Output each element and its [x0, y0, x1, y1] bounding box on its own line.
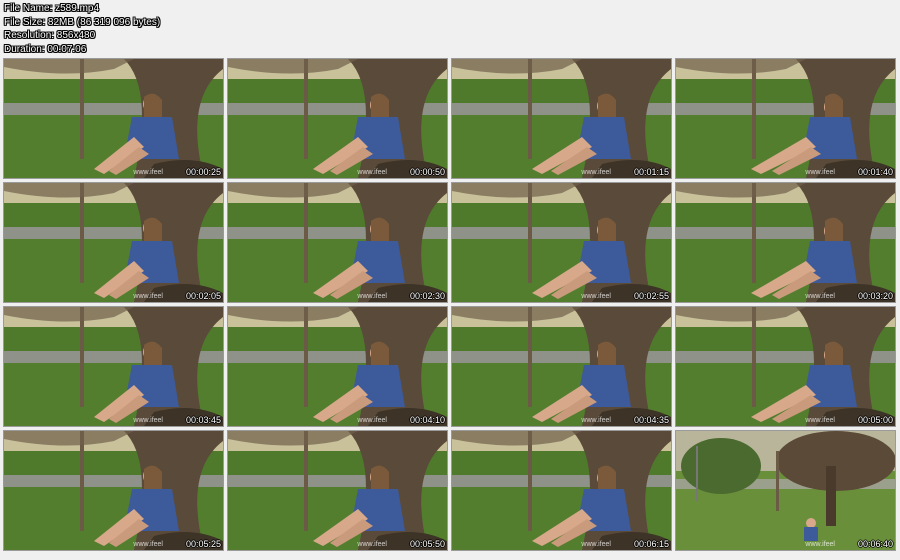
timestamp: 00:00:25 [185, 167, 221, 177]
timestamp: 00:02:30 [409, 291, 445, 301]
timestamp: 00:00:50 [409, 167, 445, 177]
video-thumbnail[interactable]: www.ifeel 00:06:15 [451, 430, 672, 551]
watermark: www.ifeel [133, 417, 163, 424]
video-thumbnail[interactable]: www.ifeel 00:00:25 [3, 58, 224, 179]
timestamp: 00:06:15 [633, 539, 669, 549]
timestamp: 00:03:20 [857, 291, 893, 301]
video-thumbnail[interactable]: www.ifeel 00:05:00 [675, 306, 896, 427]
watermark: www.ifeel [581, 541, 611, 548]
video-thumbnail[interactable]: www.ifeel 00:01:40 [675, 58, 896, 179]
watermark: www.ifeel [133, 169, 163, 176]
timestamp: 00:06:40 [857, 539, 893, 549]
watermark: www.ifeel [357, 541, 387, 548]
video-thumbnail[interactable]: www.ifeel 00:04:10 [227, 306, 448, 427]
timestamp: 00:01:40 [857, 167, 893, 177]
file-info: File Name: z589.mp4 File Size: 82MB (86 … [4, 2, 160, 56]
watermark: www.ifeel [581, 417, 611, 424]
watermark: www.ifeel [805, 293, 835, 300]
timestamp: 00:02:55 [633, 291, 669, 301]
watermark: www.ifeel [357, 417, 387, 424]
file-name: File Name: z589.mp4 [4, 3, 100, 14]
resolution: Resolution: 856x480 [4, 30, 96, 41]
watermark: www.ifeel [133, 541, 163, 548]
watermark: www.ifeel [805, 417, 835, 424]
watermark: www.ifeel [133, 293, 163, 300]
watermark: www.ifeel [581, 293, 611, 300]
video-thumbnail[interactable]: www.ifeel 00:03:20 [675, 182, 896, 303]
video-thumbnail[interactable]: www.ifeel 00:05:50 [227, 430, 448, 551]
timestamp: 00:05:00 [857, 415, 893, 425]
timestamp: 00:05:25 [185, 539, 221, 549]
timestamp: 00:05:50 [409, 539, 445, 549]
timestamp: 00:03:45 [185, 415, 221, 425]
video-thumbnail[interactable]: www.ifeel 00:05:25 [3, 430, 224, 551]
video-thumbnail[interactable]: www.ifeel 00:02:55 [451, 182, 672, 303]
video-thumbnail[interactable]: www.ifeel 00:03:45 [3, 306, 224, 427]
thumbnail-grid: www.ifeel 00:00:25 www.ifeel 00:00:50 www.… [3, 58, 896, 551]
timestamp: 00:01:15 [633, 167, 669, 177]
watermark: www.ifeel [357, 169, 387, 176]
timestamp: 00:04:35 [633, 415, 669, 425]
watermark: www.ifeel [357, 293, 387, 300]
watermark: www.ifeel [581, 169, 611, 176]
watermark: www.ifeel [805, 541, 835, 548]
timestamp: 00:02:05 [185, 291, 221, 301]
video-thumbnail[interactable]: www.ifeel 00:02:30 [227, 182, 448, 303]
video-thumbnail[interactable]: www.ifeel 00:01:15 [451, 58, 672, 179]
video-thumbnail[interactable]: www.ifeel 00:06:40 [675, 430, 896, 551]
timestamp: 00:04:10 [409, 415, 445, 425]
duration: Duration: 00:07:06 [4, 43, 87, 55]
file-size: File Size: 82MB (86 319 096 bytes) [4, 16, 161, 28]
watermark: www.ifeel [805, 169, 835, 176]
video-thumbnail[interactable]: www.ifeel 00:04:35 [451, 306, 672, 427]
video-thumbnail[interactable]: www.ifeel 00:02:05 [3, 182, 224, 303]
video-thumbnail[interactable]: www.ifeel 00:00:50 [227, 58, 448, 179]
